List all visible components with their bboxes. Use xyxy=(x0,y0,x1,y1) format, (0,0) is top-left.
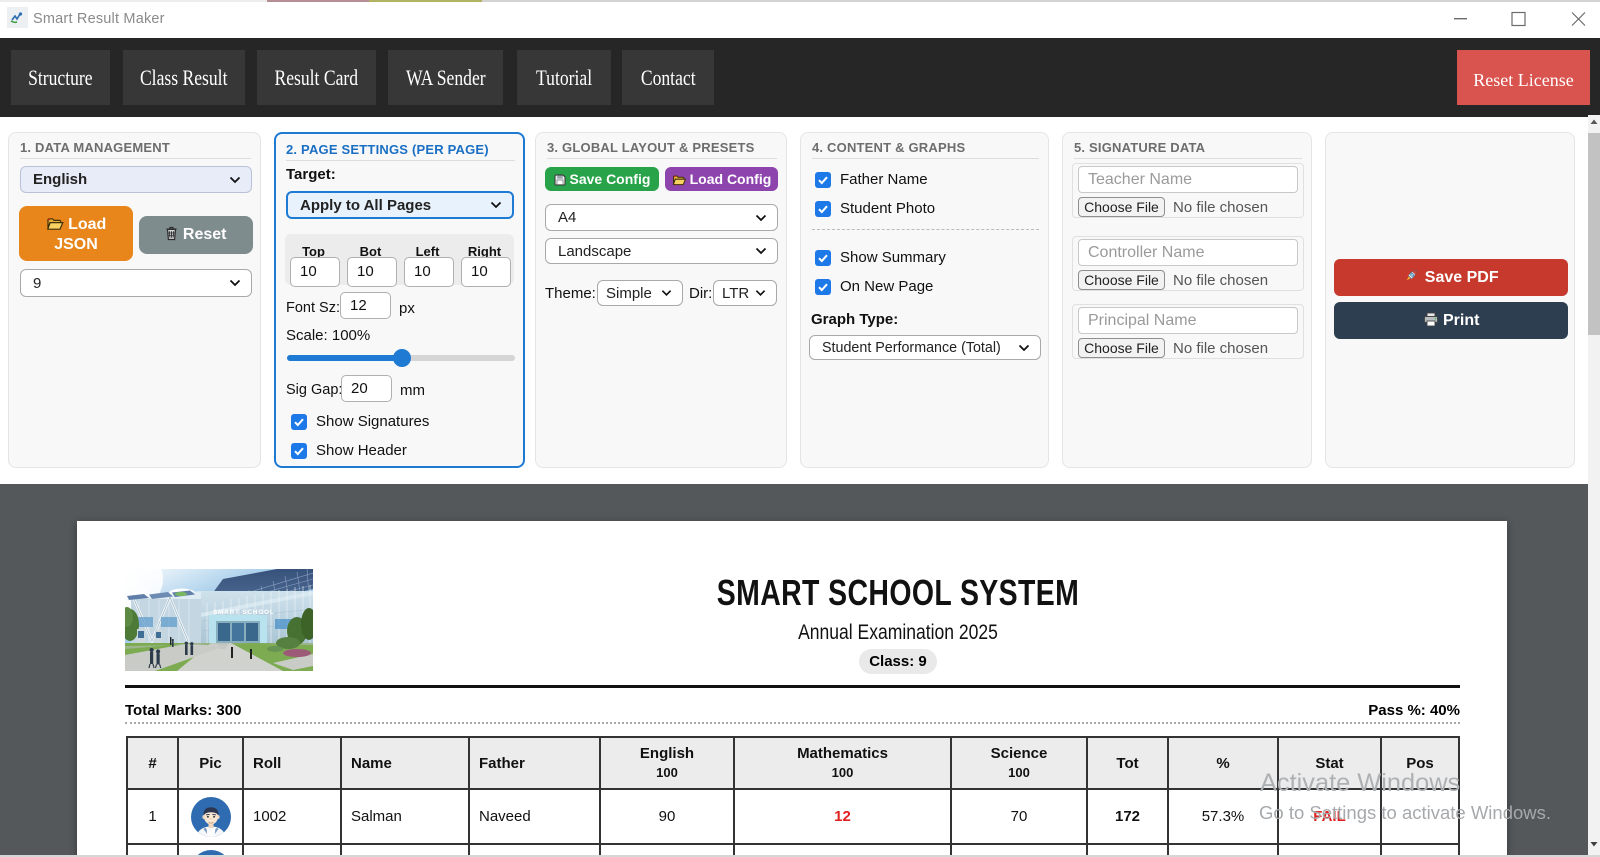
svg-text:SMART SCHOOL: SMART SCHOOL xyxy=(213,609,274,616)
